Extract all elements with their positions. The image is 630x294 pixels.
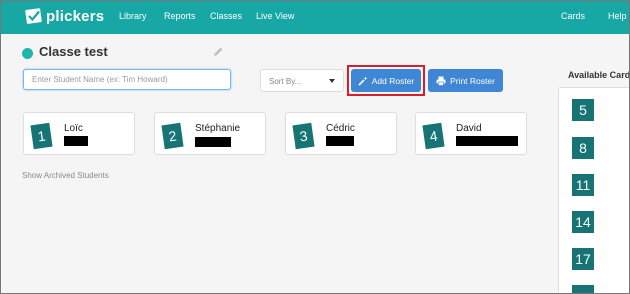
- student-card[interactable]: 4 David: [415, 112, 527, 155]
- redacted-surname: [456, 136, 518, 146]
- student-name: Cédric: [326, 123, 355, 134]
- sort-by-label: Sort By...: [269, 77, 302, 86]
- card-number-badge: 3: [292, 122, 315, 150]
- available-card[interactable]: 8: [572, 137, 594, 159]
- nav-reports[interactable]: Reports: [164, 11, 196, 21]
- student-card[interactable]: 3 Cédric: [285, 112, 397, 155]
- available-card[interactable]: [572, 285, 594, 293]
- pencil-edit-icon[interactable]: [212, 45, 224, 57]
- redacted-surname: [64, 136, 88, 146]
- nav-classes[interactable]: Classes: [210, 11, 242, 21]
- nav-cards[interactable]: Cards: [561, 11, 585, 21]
- student-name: Stéphanie: [195, 123, 241, 134]
- sort-by-select[interactable]: Sort By...: [260, 69, 344, 92]
- available-card[interactable]: 14: [572, 211, 594, 233]
- class-title: Classe test: [39, 44, 108, 59]
- print-roster-label: Print Roster: [450, 75, 495, 86]
- available-card[interactable]: 17: [572, 248, 594, 270]
- caret-down-icon: [329, 79, 335, 83]
- card-number-badge: 4: [422, 122, 445, 150]
- available-card[interactable]: 11: [572, 174, 594, 196]
- redacted-surname: [326, 136, 354, 146]
- app-frame: plickers Library Reports Classes Live Vi…: [0, 0, 630, 294]
- nav-live-view[interactable]: Live View: [256, 11, 294, 21]
- add-roster-label: Add Roster: [371, 75, 415, 86]
- logo-text: plickers: [46, 7, 105, 25]
- show-archived-students-link[interactable]: Show Archived Students: [22, 171, 109, 180]
- student-card[interactable]: 1 Loïc: [23, 112, 135, 155]
- student-name: David: [456, 123, 482, 134]
- redacted-surname: [195, 137, 231, 147]
- card-number-badge: 2: [161, 122, 184, 150]
- plickers-logo-icon: [25, 7, 43, 25]
- available-card[interactable]: 5: [572, 99, 594, 121]
- card-number-badge: 1: [30, 122, 53, 150]
- nav-help[interactable]: Help: [608, 11, 627, 21]
- class-color-dot: [22, 48, 33, 59]
- student-name: Loïc: [64, 123, 83, 134]
- nav-library[interactable]: Library: [119, 11, 147, 21]
- add-roster-button[interactable]: Add Roster: [351, 69, 421, 92]
- logo[interactable]: plickers: [25, 7, 104, 25]
- top-nav-bar: plickers Library Reports Classes Live Vi…: [1, 1, 629, 34]
- available-cards-panel: [558, 87, 629, 293]
- student-card[interactable]: 2 Stéphanie: [154, 112, 266, 155]
- available-cards-title: Available Cards: [568, 70, 630, 80]
- student-search-input[interactable]: [23, 69, 231, 90]
- magic-wand-icon: [358, 76, 368, 86]
- print-roster-button[interactable]: Print Roster: [428, 69, 503, 92]
- printer-icon: [436, 76, 446, 86]
